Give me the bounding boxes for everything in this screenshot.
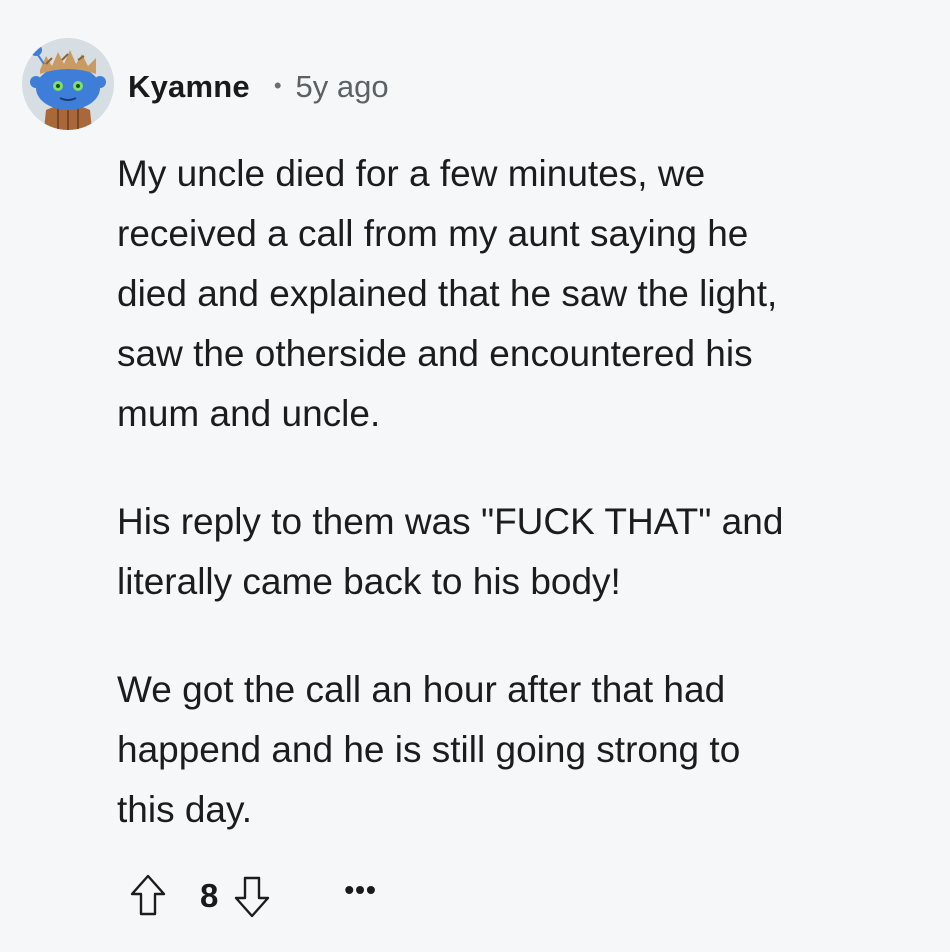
more-options-icon[interactable]: •••	[344, 874, 376, 906]
user-avatar[interactable]	[22, 38, 114, 130]
comment-paragraph: We got the call an hour after that had h…	[117, 669, 741, 830]
comment-paragraph: His reply to them was "FUCK THAT" and li…	[117, 501, 784, 602]
comment-header: Kyamne • 5y ago	[128, 64, 389, 110]
comment-paragraph: My uncle died for a few minutes, we rece…	[117, 153, 778, 434]
comment: Kyamne • 5y ago My uncle died for a few …	[0, 0, 950, 952]
downvote-icon[interactable]	[232, 872, 272, 920]
meta-separator: •	[273, 73, 282, 98]
timestamp[interactable]: 5y ago	[296, 69, 389, 105]
comment-actions: 8 •••	[128, 870, 377, 922]
vote-score: 8	[200, 877, 219, 914]
username[interactable]: Kyamne	[128, 69, 250, 105]
comment-body: My uncle died for a few minutes, we rece…	[117, 144, 935, 840]
upvote-icon[interactable]	[128, 872, 168, 920]
